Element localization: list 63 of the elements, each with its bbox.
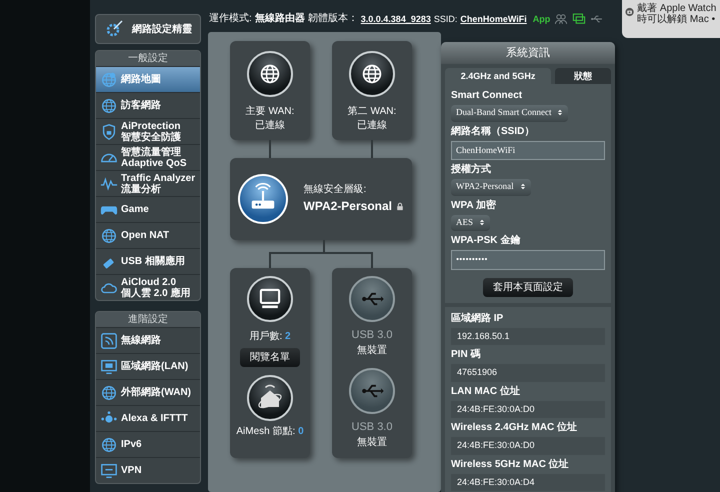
info-label: 區域網路 IP xyxy=(451,312,504,324)
wan-title: 第二 WAN: xyxy=(348,105,396,119)
tab[interactable]: 2.4GHz and 5GHz xyxy=(445,68,552,84)
view-list-button[interactable]: 閱覽名單 xyxy=(240,348,300,367)
wan-status: 已連線 xyxy=(255,119,285,133)
sidebar-group-title: 一般設定 xyxy=(96,51,200,66)
security-label: 無線安全層級: xyxy=(304,183,368,197)
info-label: Wireless 5GHz MAC 位址 xyxy=(451,458,570,470)
usb-status: 無裝置 xyxy=(357,344,387,358)
sidebar-item[interactable]: USB 相關應用 xyxy=(96,248,200,274)
security-value: WPA2-Personal xyxy=(304,198,392,215)
notification-text: 戴著 Apple Watch時可以解鎖 Mac • xyxy=(637,3,717,27)
usb-port-title: USB 3.0 xyxy=(352,420,392,434)
field-label: WPA-PSK 金鑰 xyxy=(451,235,522,247)
wan-title: 主要 WAN: xyxy=(246,105,294,119)
app-link[interactable]: App xyxy=(532,12,550,26)
info-value: 24:4B:FE:30:0A:D4 xyxy=(451,474,605,491)
field-label: 網路名稱（SSID） xyxy=(451,126,536,138)
ssid-link[interactable]: ChenHomeWiFi xyxy=(460,12,527,26)
sidebar-item[interactable]: 無線網路 xyxy=(96,327,200,353)
sidebar-group-title: 進階設定 xyxy=(96,312,200,327)
info-value: 24:4B:FE:30:0A:D0 xyxy=(451,437,605,454)
sidebar-item[interactable]: VPN xyxy=(96,457,200,483)
info-value: 192.168.50.1 xyxy=(451,328,605,345)
select-field[interactable]: Dual-Band Smart Connect xyxy=(451,105,568,122)
sidebar-item[interactable]: Open NAT xyxy=(96,222,200,248)
sidebar-item[interactable]: AiProtection 智慧安全防護 xyxy=(96,118,200,144)
panel-title: 系統資訊 xyxy=(441,42,615,64)
field-label: 授權方式 xyxy=(451,164,492,176)
info-value: 47651906 xyxy=(451,364,605,382)
sidebar-item[interactable]: IPv6 xyxy=(96,431,200,457)
sidebar-item[interactable]: Alexa & IFTTT xyxy=(96,405,200,431)
sidebar-item[interactable]: 訪客網路 xyxy=(96,92,200,118)
tab[interactable]: 狀態 xyxy=(555,68,611,84)
ssid-label: SSID: xyxy=(434,13,458,26)
field-label: WPA 加密 xyxy=(451,200,497,212)
sidebar-item[interactable]: AiCloud 2.0 個人雲 2.0 應用 xyxy=(96,274,200,300)
select-field[interactable]: AES xyxy=(451,214,490,231)
info-value: 24:4B:FE:30:0A:D0 xyxy=(451,400,605,418)
apply-button[interactable]: 套用本頁面設定 xyxy=(483,278,573,296)
sidebar-item[interactable]: 外部網路(WAN) xyxy=(96,379,200,405)
sidebar-item[interactable]: Traffic Analyzer 流量分析 xyxy=(96,170,200,196)
aimesh-count: AiMesh 節點: 0 xyxy=(236,425,304,439)
wizard-button[interactable]: 網路設定精靈 xyxy=(95,14,201,44)
sidebar-item[interactable]: 智慧流量管理 Adaptive QoS xyxy=(96,144,200,170)
wan-status: 已連線 xyxy=(357,119,387,133)
info-label: LAN MAC 位址 xyxy=(451,386,521,398)
info-label: PIN 碼 xyxy=(451,349,482,361)
input-field[interactable]: ChenHomeWiFi xyxy=(451,140,605,160)
input-field[interactable]: •••••••••• xyxy=(451,250,605,270)
usb-status: 無裝置 xyxy=(357,436,387,450)
usb-port-title: USB 3.0 xyxy=(352,328,392,342)
client-count: 用戶數: 2 xyxy=(249,330,291,344)
sidebar-item[interactable]: 網路地圖 xyxy=(96,66,200,92)
info-label: Wireless 2.4GHz MAC 位址 xyxy=(451,422,578,434)
field-label: Smart Connect xyxy=(451,90,524,102)
sidebar-item[interactable]: 區域網路(LAN) xyxy=(96,353,200,379)
firmware-link[interactable]: 3.0.0.4.384_9283 xyxy=(360,12,431,26)
select-field[interactable]: WPA2-Personal xyxy=(451,179,531,196)
sidebar-item[interactable]: Game xyxy=(96,196,200,222)
mode-link[interactable]: 無線路由器 xyxy=(254,12,305,26)
firmware-label: 韌體版本： xyxy=(308,12,358,26)
mode-label: 運作模式: xyxy=(209,12,252,26)
